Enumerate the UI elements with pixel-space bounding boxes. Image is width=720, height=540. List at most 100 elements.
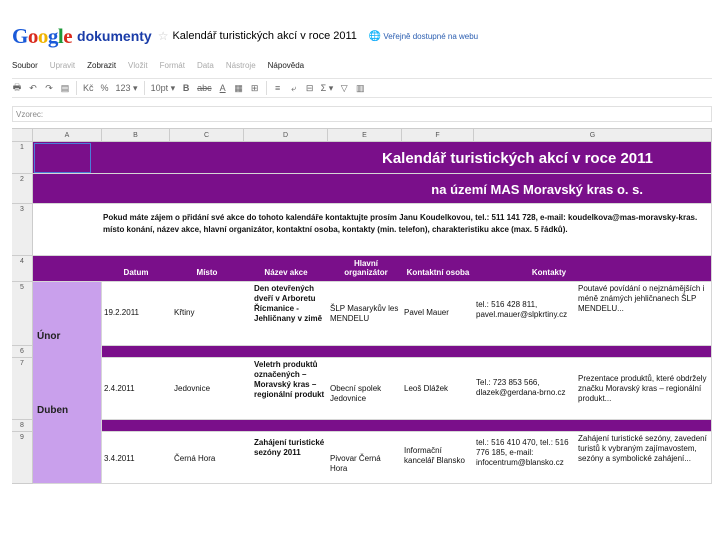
header-kontakty: Kontakty	[531, 268, 567, 277]
number-format-dropdown[interactable]: 123 ▾	[116, 81, 138, 95]
menu-file[interactable]: Soubor	[12, 61, 38, 70]
info-text: Pokud máte zájem o přidání své akce do t…	[103, 212, 697, 236]
toolbar-separator	[76, 81, 77, 95]
undo-icon[interactable]: ↶	[28, 81, 38, 95]
align-icon[interactable]: ≡	[273, 81, 283, 95]
selected-cell-a1[interactable]	[34, 143, 91, 173]
cell-nazev: Zahájení turistické sezóny 2011	[254, 438, 325, 457]
row-header-7[interactable]: 7	[12, 358, 33, 420]
google-logo[interactable]: G o o g l e	[12, 23, 73, 49]
cell-organizator: ŠLP Masarykův les MENDELU	[330, 304, 399, 323]
currency-button[interactable]: Kč	[83, 81, 94, 95]
row-header-6[interactable]: 6	[12, 346, 33, 358]
menu-edit[interactable]: Upravit	[50, 61, 75, 70]
row-header-3[interactable]: 3	[12, 204, 33, 256]
separator-row[interactable]	[102, 420, 712, 432]
info-cell[interactable]: Pokud máte zájem o přidání své akce do t…	[33, 204, 712, 256]
month-column[interactable]: Únor Duben	[33, 282, 102, 484]
row-header-4[interactable]: 4	[12, 256, 33, 282]
subtitle-cell[interactable]: na území MAS Moravský kras o. s.	[33, 174, 712, 204]
sheet-title: Kalendář turistických akcí v roce 2011	[382, 150, 653, 167]
separator-row[interactable]	[102, 346, 712, 358]
fill-color-icon[interactable]: ▦	[234, 81, 244, 95]
menu-format[interactable]: Formát	[160, 61, 185, 70]
cell-misto: Jedovnice	[174, 384, 211, 393]
row-header-2[interactable]: 2	[12, 174, 33, 204]
cell-kontakty: tel.: 516 410 470, tel.: 516 776 185, e-…	[476, 438, 569, 467]
merge-cells-icon[interactable]: ⊟	[305, 81, 315, 95]
table-row[interactable]: 2.4.2011 Jedovnice Veletrh produktů ozna…	[102, 358, 712, 420]
row-header-8[interactable]: 8	[12, 420, 33, 432]
globe-icon: 🌐	[368, 30, 382, 42]
cell-datum: 2.4.2011	[104, 384, 135, 393]
column-header-e[interactable]: E	[328, 128, 402, 142]
row-header-5[interactable]: 5	[12, 282, 33, 346]
sum-dropdown[interactable]: Σ ▾	[321, 81, 334, 95]
logo-letter: o	[27, 23, 39, 48]
header-organizator: Hlavní organizátor	[344, 259, 388, 277]
table-row[interactable]: 19.2.2011 Křtiny Den otevřených dveří v …	[102, 282, 712, 346]
cell-nazev: Den otevřených dveří v Arboretu Řícmanic…	[254, 284, 323, 323]
percent-button[interactable]: %	[100, 81, 110, 95]
logo-letter: e	[63, 23, 73, 48]
cell-popis: Zahájení turistické sezóny, zavedení tur…	[578, 434, 707, 463]
column-header-d[interactable]: D	[244, 128, 328, 142]
column-header-a[interactable]: A	[33, 128, 102, 142]
star-icon[interactable]: ☆	[158, 29, 169, 43]
grid-corner[interactable]	[12, 128, 33, 142]
font-size-dropdown[interactable]: 10pt ▾	[151, 81, 176, 95]
info-line-1: Pokud máte zájem o přidání své akce do t…	[103, 213, 698, 222]
column-header-c[interactable]: C	[170, 128, 244, 142]
menu-view[interactable]: Zobrazit	[87, 61, 116, 70]
paint-format-icon[interactable]: ▤	[60, 81, 70, 95]
wrap-text-icon[interactable]: ⤶	[289, 81, 299, 95]
cell-osoba: Leoš Dlážek	[404, 384, 449, 393]
menu-insert[interactable]: Vložit	[128, 61, 148, 70]
logo-product-name[interactable]: dokumenty	[77, 28, 152, 44]
formula-label: Vzorec:	[16, 109, 44, 119]
document-title[interactable]: Kalendář turistických akcí v roce 2011	[172, 30, 356, 42]
month-label: Únor	[37, 331, 61, 342]
logo-letter: G	[12, 23, 28, 48]
table-row[interactable]: 3.4.2011 Černá Hora Zahájení turistické …	[102, 432, 712, 484]
title-bar: G o o g l e dokumenty ☆ Kalendář turisti…	[12, 22, 712, 50]
header-osoba: Kontaktní osoba	[406, 268, 470, 277]
redo-icon[interactable]: ↷	[44, 81, 54, 95]
menu-help[interactable]: Nápověda	[268, 61, 304, 70]
print-icon[interactable]: 🖶	[12, 81, 22, 95]
menu-tools[interactable]: Nástroje	[226, 61, 256, 70]
header-misto: Místo	[196, 268, 218, 277]
menu-data[interactable]: Data	[197, 61, 214, 70]
title-cell[interactable]: Kalendář turistických akcí v roce 2011	[33, 142, 712, 174]
cell-organizator: Obecní spolek Jedovnice	[330, 384, 382, 403]
borders-icon[interactable]: ⊞	[250, 81, 260, 95]
strikethrough-button[interactable]: abc	[197, 81, 212, 95]
cell-misto: Křtiny	[174, 308, 195, 317]
cell-misto: Černá Hora	[174, 454, 216, 463]
sheet-subtitle: na území MAS Moravský kras o. s.	[431, 182, 643, 197]
month-label: Duben	[37, 405, 69, 416]
menu-bar: Soubor Upravit Zobrazit Vložit Formát Da…	[12, 58, 712, 72]
filter-icon[interactable]: ▽	[339, 81, 349, 95]
cell-organizator: Pivovar Černá Hora	[330, 454, 381, 473]
cell-nazev: Veletrh produktů označených – Moravský k…	[254, 360, 325, 399]
toolbar: 🖶 ↶ ↷ ▤ Kč % 123 ▾ 10pt ▾ B abc A ▦ ⊞ ≡ …	[12, 78, 712, 98]
row-header-1[interactable]: 1	[12, 142, 33, 174]
share-status-link[interactable]: Veřejně dostupné na webu	[383, 32, 478, 41]
header-nazev: Název akce	[264, 268, 308, 277]
header-row[interactable]: Datum Místo Název akce Hlavní organizáto…	[33, 256, 712, 282]
formula-bar[interactable]: Vzorec:	[12, 106, 712, 122]
row-header-9[interactable]: 9	[12, 432, 33, 484]
column-header-f[interactable]: F	[402, 128, 474, 142]
text-color-button[interactable]: A	[218, 81, 228, 95]
cell-kontakty: Tel.: 723 853 566, dlazek@gerdana-brno.c…	[476, 378, 566, 397]
cell-datum: 19.2.2011	[104, 308, 139, 317]
header-datum: Datum	[123, 268, 149, 277]
bold-button[interactable]: B	[181, 81, 191, 95]
info-line-2: místo konání, název akce, hlavní organiz…	[103, 225, 568, 234]
spreadsheet-app: G o o g l e dokumenty ☆ Kalendář turisti…	[0, 0, 720, 540]
chart-icon[interactable]: ▥	[355, 81, 365, 95]
cell-datum: 3.4.2011	[104, 454, 135, 463]
column-header-b[interactable]: B	[102, 128, 170, 142]
column-header-g[interactable]: G	[474, 128, 712, 142]
